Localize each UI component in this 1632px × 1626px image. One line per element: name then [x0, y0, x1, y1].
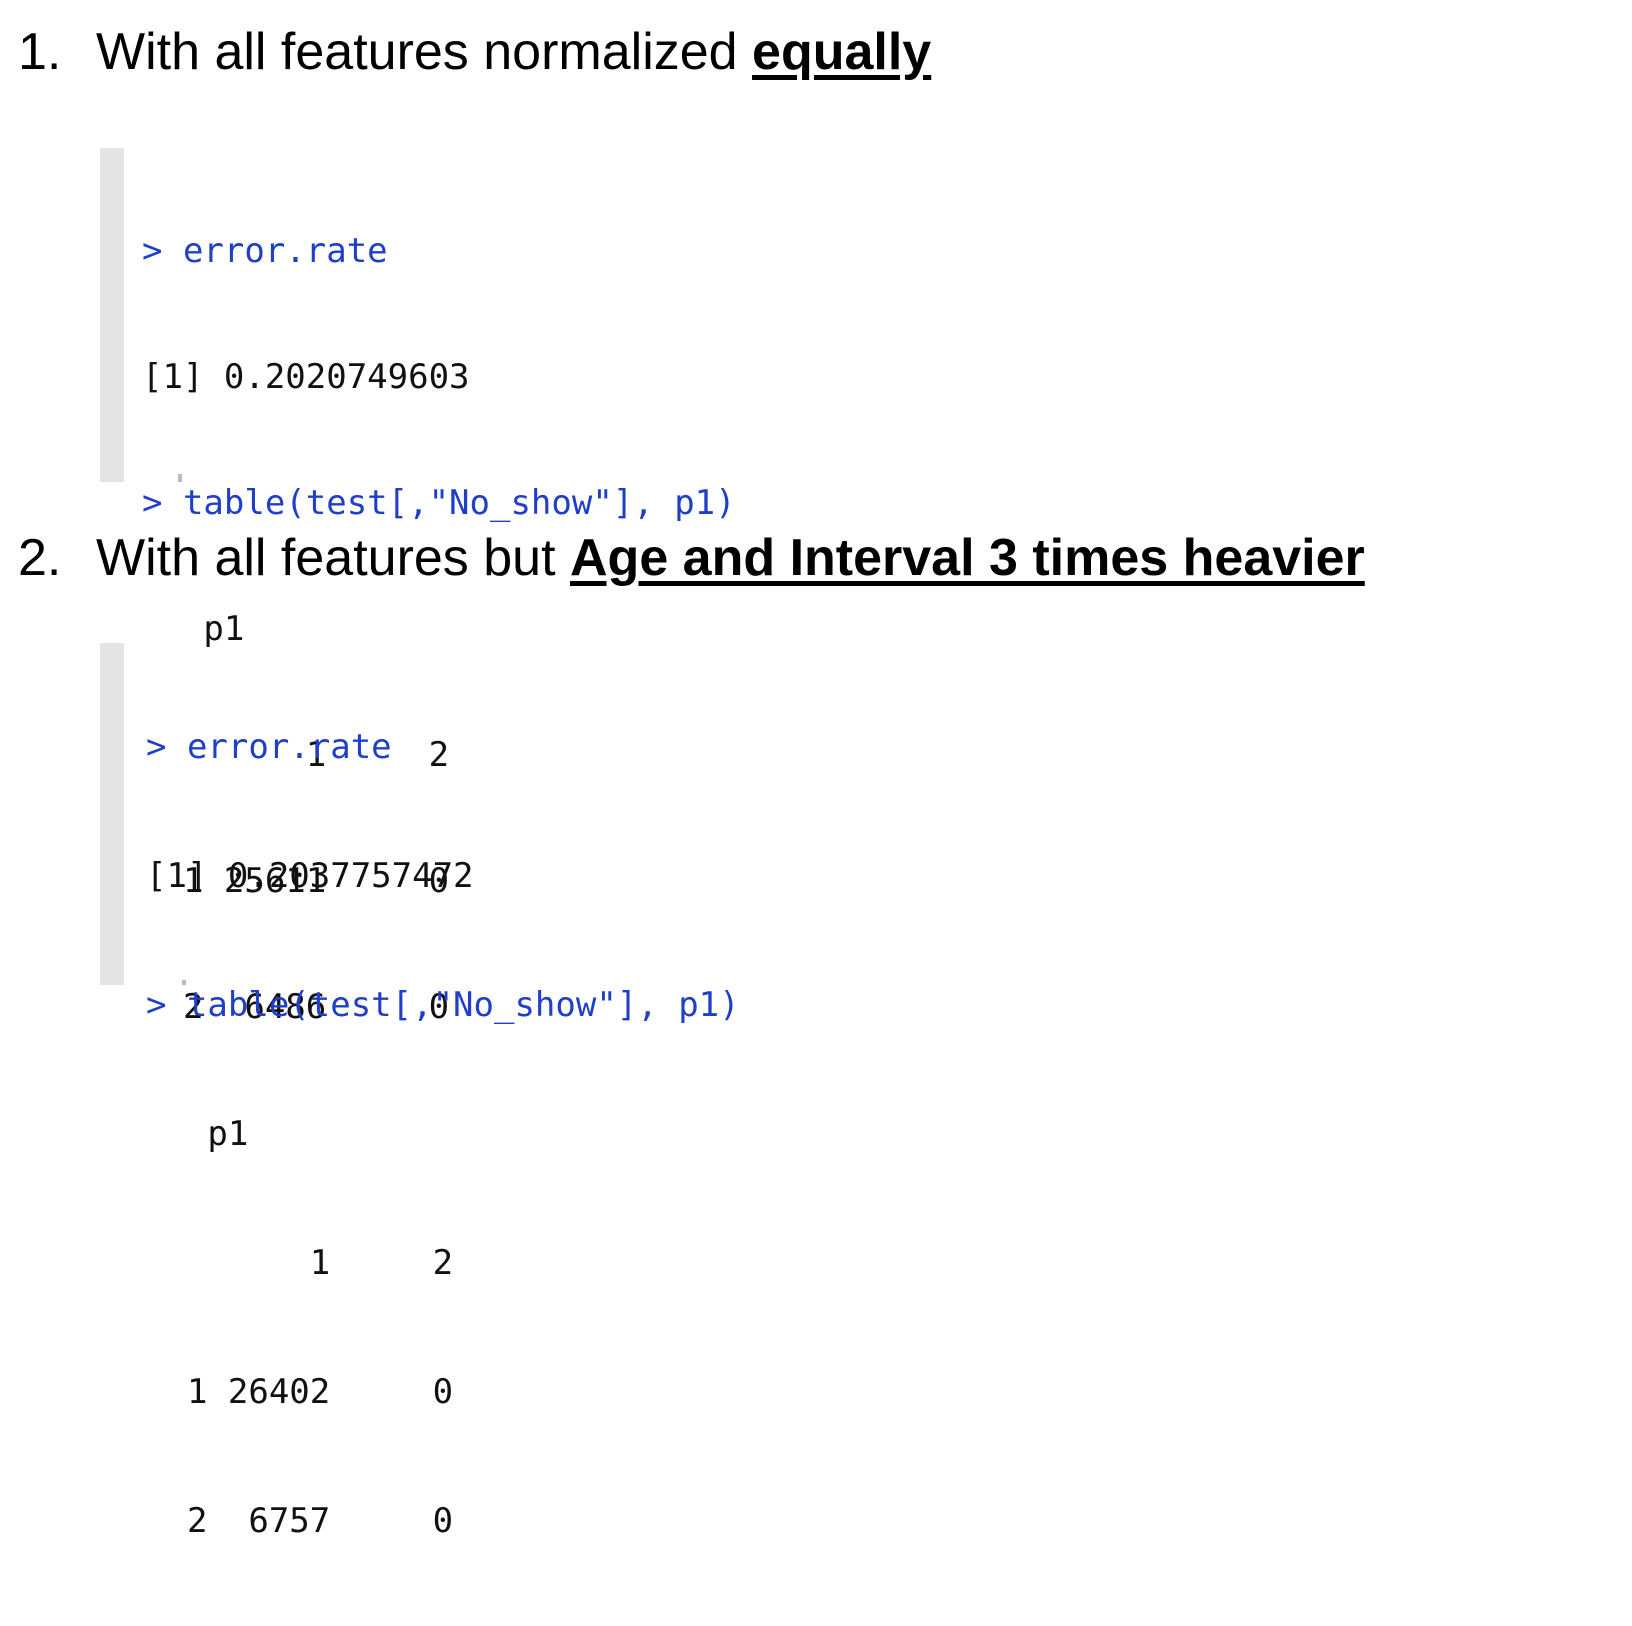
console-line: 1 26402 0 [146, 1372, 454, 1412]
section-1-number: 1. [18, 23, 62, 81]
console-line: 1 2 [146, 1243, 454, 1283]
console-line: > table(test[,"No_show"], p1) [142, 483, 736, 523]
console-lines: > error.rate [1] 0.2037757472 > table(te… [146, 643, 740, 1626]
section-2-text: With all features but [96, 529, 570, 587]
console-line: > error.rate [146, 727, 392, 767]
console-output-1: > error.rate [1] 0.2020749603 > table(te… [100, 148, 736, 1027]
section-2-heading: 2. With all features but Age and Interval… [18, 528, 1365, 588]
section-1-emphasis: equally [752, 23, 932, 81]
section-2-emphasis: Age and Interval 3 times heavier [570, 529, 1365, 587]
console-line: p1 [146, 1114, 249, 1154]
section-2-number: 2. [18, 529, 62, 587]
console-line: > error.rate [142, 231, 388, 271]
cursor-mark [178, 474, 182, 482]
console-line: [1] 0.2020749603 [142, 357, 470, 397]
console-line: > table(test[,"No_show"], p1) [146, 985, 740, 1025]
section-1-text: With all features normalized [96, 23, 753, 81]
console-output-2: > error.rate [1] 0.2037757472 > table(te… [100, 643, 740, 1541]
section-1-heading: 1. With all features normalized equally [18, 22, 931, 82]
console-line: 2 6757 0 [146, 1501, 454, 1541]
cursor-mark [182, 980, 186, 985]
console-gutter [100, 643, 124, 985]
console-line: [1] 0.2037757472 [146, 856, 474, 896]
console-gutter [100, 148, 124, 482]
